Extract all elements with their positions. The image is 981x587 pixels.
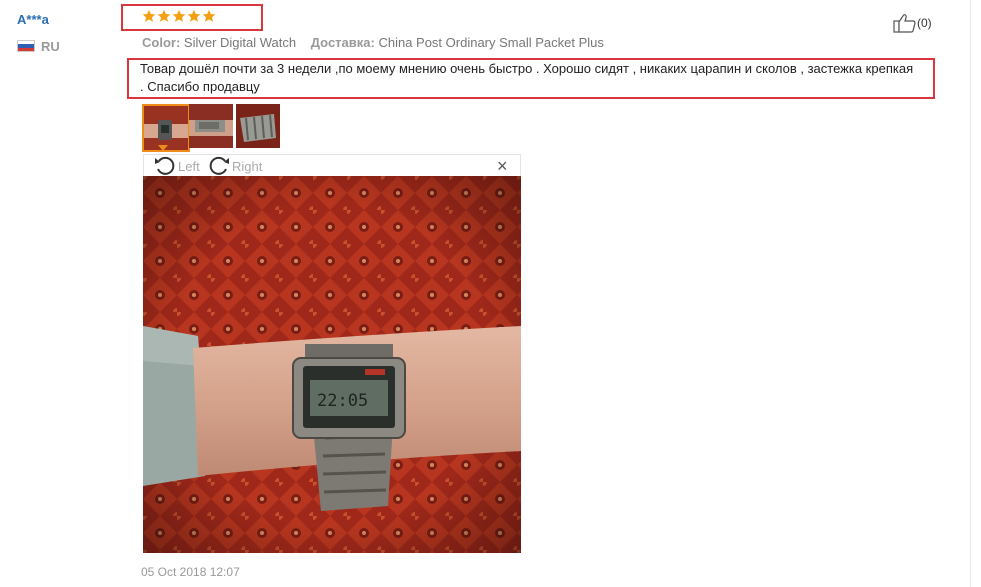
rotate-left-button[interactable]: Left: [154, 156, 200, 176]
star-icon: [157, 9, 171, 22]
star-rating: [142, 9, 216, 23]
shipping-label: Доставка:: [310, 35, 375, 50]
selected-thumbnail-indicator: [158, 145, 168, 151]
reviewer-country: RU: [41, 39, 60, 54]
review-date: 05 Oct 2018 12:07: [141, 565, 240, 579]
rotate-right-button[interactable]: Right: [208, 156, 262, 176]
rotate-right-icon: [209, 156, 229, 175]
rotate-left-icon: [155, 156, 175, 175]
like-button[interactable]: (0): [893, 13, 932, 33]
review-text: Товар дошёл почти за 3 недели ,по моему …: [140, 61, 914, 94]
review-photo: 22:05: [143, 176, 521, 553]
thumbnail-watch-bracelet[interactable]: [236, 104, 284, 152]
star-icon: [142, 9, 156, 22]
thumbs-up-icon: [893, 14, 916, 33]
star-icon: [187, 9, 201, 22]
thumbnail-watch-side[interactable]: [189, 104, 237, 152]
color-value: Silver Digital Watch: [183, 35, 297, 50]
star-icon: [202, 9, 216, 22]
close-icon[interactable]: ×: [497, 157, 508, 175]
svg-text:22:05: 22:05: [317, 391, 368, 411]
shipping-value: China Post Ordinary Small Packet Plus: [378, 35, 604, 50]
russia-flag-icon: [17, 40, 35, 52]
page-divider: [970, 0, 971, 587]
rotate-right-label: Right: [232, 158, 263, 174]
reviewer-name[interactable]: A***a: [17, 12, 49, 27]
like-count: (0): [917, 16, 932, 30]
order-attributes: Color: Silver Digital Watch Доставка: Ch…: [142, 35, 615, 50]
star-icon: [172, 9, 186, 22]
rotate-left-label: Left: [178, 158, 200, 174]
color-label: Color:: [142, 35, 181, 50]
